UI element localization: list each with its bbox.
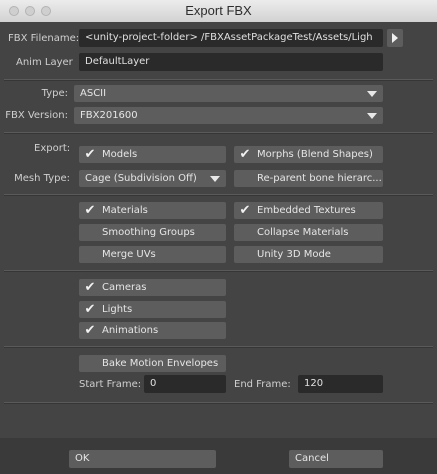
checkmark-icon: ✔ — [239, 147, 251, 162]
end-frame-label: End Frame: — [234, 379, 291, 390]
fbx-filename-label: FBX Filename: — [8, 33, 80, 44]
anim-layer-label: Anim Layer — [16, 57, 73, 68]
separator — [4, 402, 433, 404]
smoothing-groups-label: Smoothing Groups — [102, 227, 195, 238]
fbx-version-value: FBX201600 — [80, 110, 138, 121]
chevron-down-icon — [210, 176, 220, 182]
bake-motion-envelopes-label: Bake Motion Envelopes — [102, 358, 219, 369]
title-bar: Export FBX — [0, 0, 437, 23]
collapse-materials-checkbox[interactable]: Collapse Materials — [234, 224, 383, 241]
collapse-materials-label: Collapse Materials — [257, 227, 349, 238]
window-title: Export FBX — [185, 3, 252, 18]
lights-label: Lights — [102, 304, 133, 315]
cameras-label: Cameras — [102, 282, 147, 293]
chevron-down-icon — [367, 113, 377, 119]
materials-checkbox[interactable]: ✔ Materials — [79, 202, 226, 219]
animations-label: Animations — [102, 325, 159, 336]
merge-uvs-checkbox[interactable]: Merge UVs — [79, 246, 226, 263]
lights-checkbox[interactable]: ✔ Lights — [79, 301, 226, 318]
merge-uvs-label: Merge UVs — [102, 249, 156, 260]
checkmark-icon: ✔ — [84, 147, 96, 162]
materials-label: Materials — [102, 205, 148, 216]
animations-checkbox[interactable]: ✔ Animations — [79, 322, 226, 339]
reparent-bone-label: Re-parent bone hierarc... — [257, 173, 382, 184]
reparent-bone-checkbox[interactable]: Re-parent bone hierarc... — [234, 170, 383, 187]
type-value: ASCII — [80, 88, 107, 99]
checkmark-icon: ✔ — [84, 323, 96, 338]
separator — [4, 132, 433, 134]
separator — [4, 270, 433, 272]
play-triangle-icon — [392, 33, 398, 43]
models-label: Models — [102, 149, 138, 160]
models-checkbox[interactable]: ✔ Models — [79, 146, 226, 163]
start-frame-label: Start Frame: — [79, 379, 142, 390]
unity-3d-mode-label: Unity 3D Mode — [257, 249, 331, 260]
checkmark-icon: ✔ — [84, 280, 96, 295]
fbx-version-dropdown[interactable]: FBX201600 — [74, 107, 383, 124]
morphs-checkbox[interactable]: ✔ Morphs (Blend Shapes) — [234, 146, 383, 163]
checkmark-icon: ✔ — [84, 203, 96, 218]
dialog-content: FBX Filename: <unity-project-folder> /FB… — [0, 22, 437, 438]
end-frame-field[interactable]: 120 — [298, 375, 383, 393]
ok-button[interactable]: OK — [69, 450, 216, 468]
unity-3d-mode-checkbox[interactable]: Unity 3D Mode — [234, 246, 383, 263]
export-label: Export: — [34, 143, 71, 154]
mesh-type-dropdown[interactable]: Cage (Subdivision Off) — [79, 170, 226, 187]
embedded-textures-checkbox[interactable]: ✔ Embedded Textures — [234, 202, 383, 219]
checkmark-icon: ✔ — [84, 302, 96, 317]
separator — [4, 79, 433, 81]
smoothing-groups-checkbox[interactable]: Smoothing Groups — [79, 224, 226, 241]
separator — [4, 346, 433, 348]
bake-motion-envelopes-checkbox[interactable]: Bake Motion Envelopes — [79, 355, 226, 372]
anim-layer-field[interactable]: DefaultLayer — [79, 53, 383, 71]
chevron-down-icon — [367, 91, 377, 97]
start-frame-field[interactable]: 0 — [144, 375, 226, 393]
morphs-label: Morphs (Blend Shapes) — [257, 149, 373, 160]
mesh-type-label: Mesh Type: — [14, 173, 70, 184]
browse-button[interactable] — [387, 29, 403, 47]
fbx-version-label: FBX Version: — [5, 110, 68, 121]
type-dropdown[interactable]: ASCII — [74, 85, 383, 102]
cancel-button[interactable]: Cancel — [289, 450, 383, 468]
mesh-type-value: Cage (Subdivision Off) — [85, 173, 197, 184]
fbx-filename-field[interactable]: <unity-project-folder> /FBXAssetPackageT… — [79, 29, 383, 47]
dialog-footer: OK Cancel — [0, 438, 437, 474]
checkmark-icon: ✔ — [239, 203, 251, 218]
embedded-textures-label: Embedded Textures — [257, 205, 356, 216]
separator — [4, 194, 433, 196]
type-label: Type: — [41, 88, 68, 99]
cameras-checkbox[interactable]: ✔ Cameras — [79, 279, 226, 296]
